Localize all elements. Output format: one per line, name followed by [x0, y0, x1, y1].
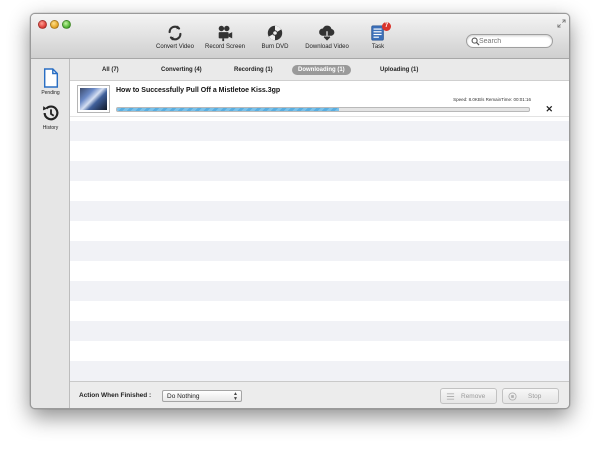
tab-uploading[interactable]: Uploading (1)	[374, 65, 424, 75]
stop-icon	[508, 392, 517, 401]
list-row-stripe	[70, 121, 569, 141]
action-when-finished-select[interactable]: Do Nothing ▲ ▼	[162, 390, 242, 402]
app-window: Convert Video Record Screen Burn DVD Dow…	[30, 13, 570, 409]
history-icon	[42, 105, 58, 121]
cancel-task-icon[interactable]: ✕	[545, 105, 553, 114]
list-row-stripe	[70, 361, 569, 381]
list-item[interactable]: How to Successfully Pull Off a Mistletoe…	[70, 81, 569, 117]
document-icon	[43, 68, 58, 88]
sidebar-item-pending[interactable]: Pending	[31, 68, 70, 96]
camera-icon	[218, 25, 233, 42]
record-screen-label: Record Screen	[204, 44, 246, 50]
task-label: Task	[371, 44, 385, 50]
list-row-stripe	[70, 281, 569, 301]
disc-icon	[267, 25, 283, 41]
progress-bar	[116, 107, 530, 112]
task-list: How to Successfully Pull Off a Mistletoe…	[70, 81, 569, 381]
toolbar: Convert Video Record Screen Burn DVD Dow…	[31, 14, 569, 59]
task-button[interactable]: 7 Task	[365, 22, 391, 56]
action-when-finished-label: Action When Finished :	[79, 392, 152, 399]
stop-label: Stop	[528, 393, 542, 400]
tab-recording[interactable]: Recording (1)	[228, 65, 279, 75]
stop-button[interactable]: Stop	[502, 388, 559, 404]
sidebar-item-label: Pending	[41, 90, 60, 96]
burn-dvd-button[interactable]: Burn DVD	[259, 24, 291, 56]
progress-fill	[117, 108, 340, 111]
list-row-stripe	[70, 241, 569, 261]
video-thumbnail	[77, 85, 110, 113]
tab-converting[interactable]: Converting (4)	[155, 65, 208, 75]
close-window-button[interactable]	[38, 20, 47, 29]
task-speed: Speed: 8.0KB/s RemainTime: 00:01:16	[453, 97, 531, 102]
sidebar-item-label: History	[42, 125, 59, 131]
remove-label: Remove	[461, 393, 486, 400]
download-video-label: Download Video	[305, 44, 349, 50]
task-count-badge: 7	[382, 22, 391, 31]
list-row-stripe	[70, 161, 569, 181]
sidebar: Pending History	[31, 59, 70, 408]
cloud-download-icon	[319, 25, 335, 41]
minimize-window-button[interactable]	[50, 20, 59, 29]
remove-button[interactable]: Remove	[440, 388, 497, 404]
tab-downloading[interactable]: Downloading (1)	[292, 65, 351, 75]
convert-icon	[168, 25, 182, 41]
list-icon	[446, 393, 455, 400]
list-row-stripe	[70, 201, 569, 221]
list-row-stripe	[70, 321, 569, 341]
tab-all[interactable]: All (7)	[96, 65, 125, 75]
task-title: How to Successfully Pull Off a Mistletoe…	[116, 87, 281, 94]
search-input[interactable]	[479, 36, 549, 46]
fullscreen-icon[interactable]	[557, 19, 566, 28]
download-video-button[interactable]: Download Video	[303, 24, 351, 56]
burn-dvd-label: Burn DVD	[261, 44, 289, 50]
select-value: Do Nothing	[167, 393, 200, 400]
zoom-window-button[interactable]	[62, 20, 71, 29]
convert-video-label: Convert Video	[156, 44, 194, 50]
convert-video-button[interactable]: Convert Video	[153, 24, 197, 56]
filter-tabs: All (7) Converting (4) Recording (1) Dow…	[70, 59, 569, 81]
updown-arrows-icon: ▲ ▼	[233, 391, 238, 402]
sidebar-item-history[interactable]: History	[31, 103, 70, 131]
bottom-bar: Action When Finished : Do Nothing ▲ ▼ Rem…	[70, 381, 569, 408]
record-screen-button[interactable]: Record Screen	[203, 24, 247, 56]
search-box[interactable]	[466, 34, 553, 48]
